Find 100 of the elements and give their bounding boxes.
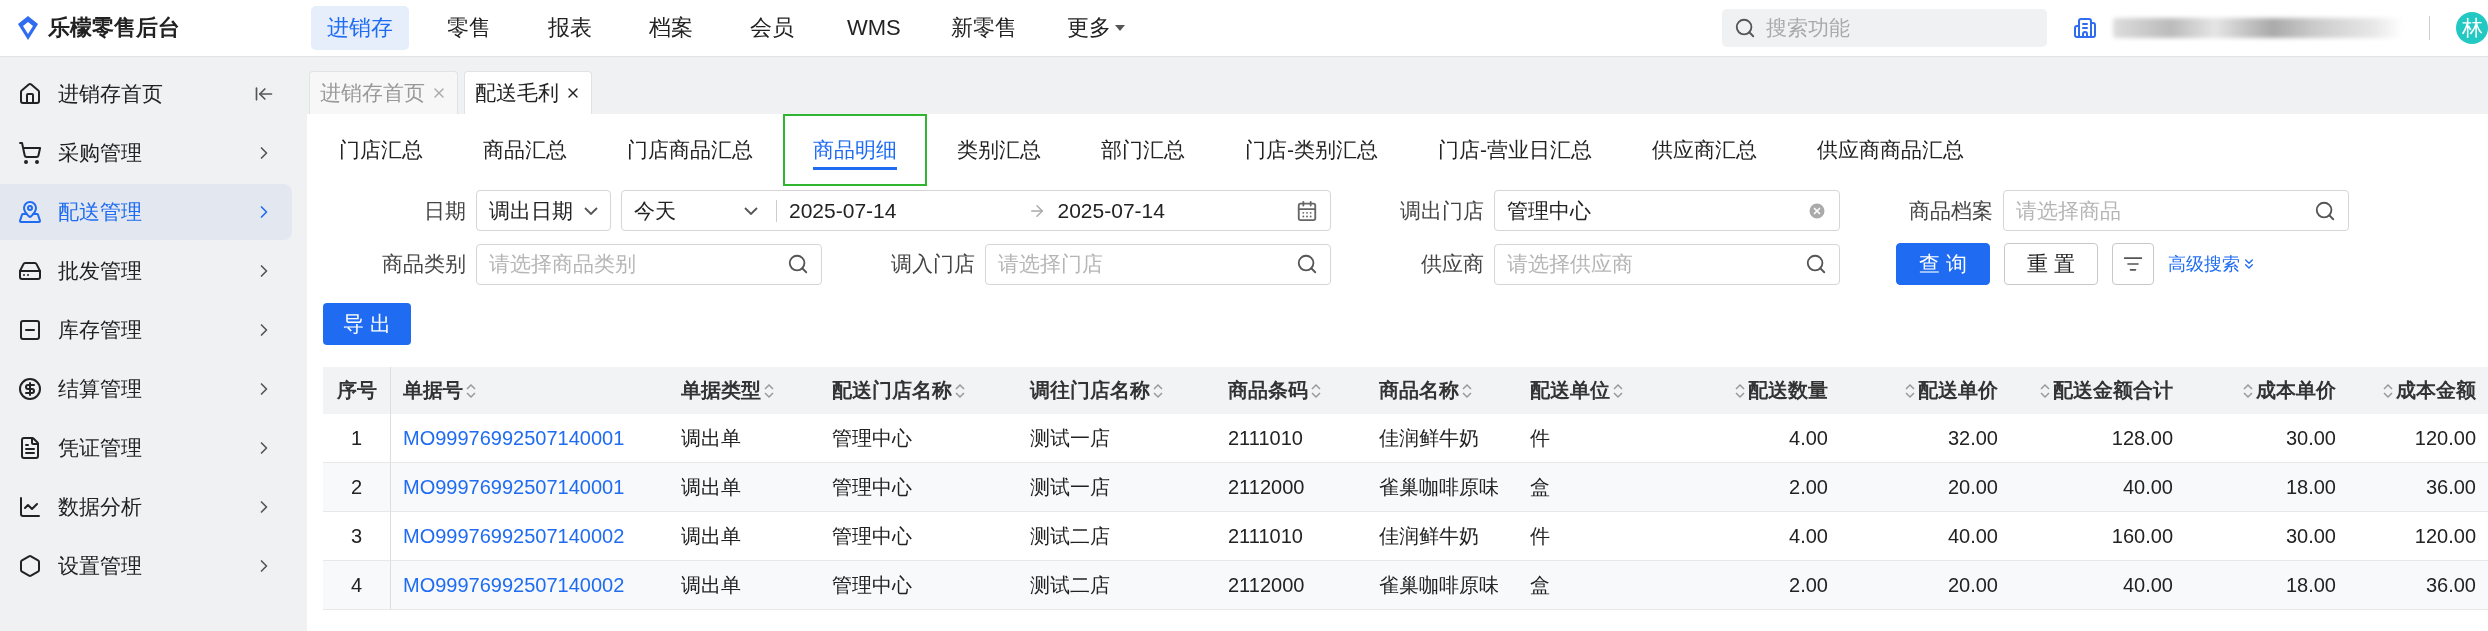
report-tab[interactable]: 商品明细 bbox=[783, 114, 927, 186]
search-icon bbox=[2314, 199, 2336, 222]
table-cell: 2.00 bbox=[1669, 463, 1840, 512]
field-label: 日期 bbox=[423, 197, 466, 224]
sidebar-item[interactable]: 凭证管理 bbox=[0, 420, 292, 476]
report-tab[interactable]: 供应商商品汇总 bbox=[1787, 114, 1994, 186]
document-link[interactable]: MO99976992507140001 bbox=[391, 463, 669, 512]
column-header[interactable]: 商品名称 bbox=[1367, 367, 1518, 414]
sort-icon[interactable] bbox=[1311, 382, 1321, 399]
report-tab[interactable]: 门店商品汇总 bbox=[597, 114, 783, 186]
field-label: 供应商 bbox=[1420, 251, 1484, 277]
table-cell: 2 bbox=[323, 463, 391, 512]
sort-icon[interactable] bbox=[1462, 382, 1472, 399]
date-type-select[interactable]: 调出日期 bbox=[476, 190, 611, 231]
query-button[interactable]: 查 询 bbox=[1896, 243, 1990, 285]
app-title: 乐檬零售后台 bbox=[48, 14, 180, 42]
field-label: 商品档案 bbox=[1908, 197, 1993, 224]
nav-tab[interactable]: WMS bbox=[831, 8, 917, 48]
table-cell: 调出单 bbox=[669, 463, 820, 512]
column-header[interactable]: 配送金额合计 bbox=[2010, 367, 2185, 414]
chevron-down-icon bbox=[744, 206, 758, 215]
sort-icon[interactable] bbox=[2243, 382, 2253, 399]
report-tab[interactable]: 门店-类别汇总 bbox=[1215, 114, 1408, 186]
sidebar-item[interactable]: 设置管理 bbox=[0, 538, 292, 594]
column-header[interactable]: 成本单价 bbox=[2185, 367, 2348, 414]
nav-tab[interactable]: 会员 bbox=[730, 6, 813, 50]
nav-tab[interactable]: 新零售 bbox=[934, 6, 1033, 50]
column-header[interactable]: 单据类型 bbox=[669, 367, 820, 414]
date-range-field[interactable]: 今天 2025-07-14 2025-07-14 bbox=[621, 190, 1331, 231]
table-cell: 雀巢咖啡原味 bbox=[1367, 561, 1518, 610]
report-tab[interactable]: 商品汇总 bbox=[453, 114, 597, 186]
report-tab[interactable]: 供应商汇总 bbox=[1622, 114, 1787, 186]
column-header[interactable]: 配送数量 bbox=[1669, 367, 1840, 414]
field-label: 调出门店 bbox=[1399, 197, 1484, 224]
sort-icon[interactable] bbox=[955, 382, 965, 399]
sidebar-item[interactable]: 数据分析 bbox=[0, 479, 292, 535]
document-link[interactable]: MO99976992507140002 bbox=[391, 561, 669, 610]
sort-icon[interactable] bbox=[1735, 382, 1745, 399]
sidebar-item[interactable]: 库存管理 bbox=[0, 302, 292, 358]
sort-icon[interactable] bbox=[1613, 382, 1623, 399]
table-cell: 40.00 bbox=[2010, 561, 2185, 610]
report-tab[interactable]: 类别汇总 bbox=[927, 114, 1071, 186]
table-cell: 2.00 bbox=[1669, 561, 1840, 610]
store-select[interactable]: 管理中心 bbox=[1494, 190, 1840, 231]
report-tab[interactable]: 门店汇总 bbox=[309, 114, 453, 186]
filter-settings-button[interactable] bbox=[2111, 243, 2154, 285]
nav-tab[interactable]: 档案 bbox=[629, 6, 712, 50]
building-icon[interactable] bbox=[2073, 16, 2097, 40]
table-cell: 18.00 bbox=[2185, 463, 2348, 512]
column-header[interactable]: 配送单价 bbox=[1840, 367, 2010, 414]
report-tab[interactable]: 门店-营业日汇总 bbox=[1408, 114, 1622, 186]
table-cell: 3 bbox=[323, 512, 391, 561]
table-cell: 20.00 bbox=[1840, 561, 2010, 610]
table-cell: 20.00 bbox=[1840, 463, 2010, 512]
table-cell: 18.00 bbox=[2185, 561, 2348, 610]
sort-icon[interactable] bbox=[2040, 382, 2050, 399]
sidebar-item[interactable]: 配送管理 bbox=[0, 184, 292, 240]
sidebar-item[interactable]: 采购管理 bbox=[0, 125, 292, 181]
search-icon bbox=[1296, 253, 1318, 275]
table-cell: 调出单 bbox=[669, 561, 820, 610]
sort-icon[interactable] bbox=[466, 382, 476, 399]
table-cell: 测试二店 bbox=[1018, 561, 1216, 610]
column-header[interactable]: 调往门店名称 bbox=[1018, 367, 1216, 414]
page-tab[interactable]: 配送毛利 bbox=[464, 71, 592, 114]
column-header[interactable]: 商品条码 bbox=[1216, 367, 1367, 414]
collapse-icon[interactable] bbox=[254, 84, 274, 104]
column-header[interactable]: 序号 bbox=[323, 367, 391, 414]
sidebar-item[interactable]: 进销存首页 bbox=[0, 66, 292, 122]
reset-button[interactable]: 重 置 bbox=[2003, 243, 2098, 285]
chevron-down-icon bbox=[584, 206, 598, 215]
table-cell: 盒 bbox=[1518, 463, 1669, 512]
nav-tab[interactable]: 更多 bbox=[1050, 6, 1141, 50]
sort-icon[interactable] bbox=[764, 382, 774, 399]
table-cell: 1 bbox=[323, 414, 391, 463]
export-button[interactable]: 导 出 bbox=[323, 303, 411, 345]
clear-icon[interactable] bbox=[1807, 200, 1827, 221]
report-tab[interactable]: 部门汇总 bbox=[1071, 114, 1215, 186]
column-header[interactable]: 单据号 bbox=[391, 367, 669, 414]
nav-tab[interactable]: 报表 bbox=[528, 6, 611, 50]
advanced-search-link[interactable]: 高级搜索 bbox=[2167, 252, 2257, 276]
table-cell: 2112000 bbox=[1216, 463, 1367, 512]
logo-icon bbox=[16, 15, 40, 41]
column-header[interactable]: 配送单位 bbox=[1518, 367, 1669, 414]
table-cell: 管理中心 bbox=[820, 561, 1018, 610]
sort-icon[interactable] bbox=[2383, 382, 2393, 399]
sidebar-item[interactable]: 结算管理 bbox=[0, 361, 292, 417]
nav-tab[interactable]: 零售 bbox=[427, 6, 510, 50]
table-cell: 测试一店 bbox=[1018, 463, 1216, 512]
field-label: 商品类别 bbox=[381, 251, 466, 277]
table-cell: 36.00 bbox=[2348, 463, 2488, 512]
calendar-icon[interactable] bbox=[1296, 199, 1318, 222]
table-cell: 管理中心 bbox=[820, 463, 1018, 512]
column-header[interactable]: 配送门店名称 bbox=[820, 367, 1018, 414]
sort-icon[interactable] bbox=[1153, 382, 1163, 399]
nav-tab[interactable]: 进销存 bbox=[311, 6, 409, 50]
table-cell: 36.00 bbox=[2348, 561, 2488, 610]
column-header[interactable]: 成本金额 bbox=[2348, 367, 2488, 414]
field-label: 调入门店 bbox=[890, 251, 975, 277]
sort-icon[interactable] bbox=[1905, 382, 1915, 399]
sidebar-item[interactable]: 批发管理 bbox=[0, 243, 292, 299]
